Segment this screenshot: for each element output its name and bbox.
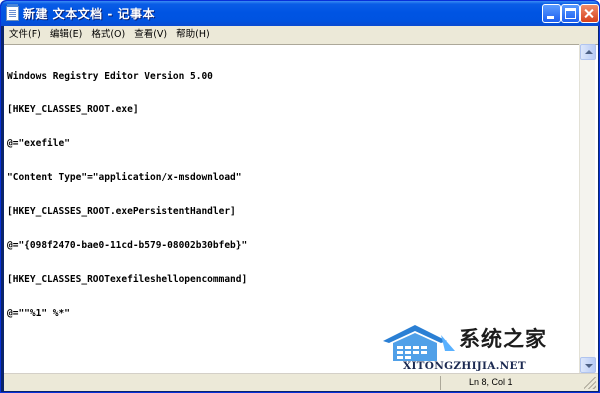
watermark-brand: 系统之家 xyxy=(459,327,547,351)
arrow-down-icon xyxy=(585,364,593,368)
editor-line: @=""%1" %*" xyxy=(7,307,70,319)
scroll-down-button[interactable] xyxy=(580,357,596,373)
maximize-icon xyxy=(565,8,576,19)
menu-file[interactable]: 文件(F) xyxy=(5,27,45,43)
editor-line: Windows Registry Editor Version 5.00 xyxy=(7,70,213,82)
editor-line: @="{098f2470-bae0-11cd-b579-08002b30bfeb… xyxy=(7,240,248,252)
notepad-icon[interactable] xyxy=(6,4,19,21)
cursor-position: Ln 8, Col 1 xyxy=(469,377,513,387)
status-divider xyxy=(440,376,441,390)
maximize-button[interactable] xyxy=(561,4,580,23)
status-bar: Ln 8, Col 1 xyxy=(4,373,598,391)
house-logo-icon xyxy=(383,325,455,361)
arrow-up-icon xyxy=(585,50,593,54)
menu-bar: 文件(F) 编辑(E) 格式(O) 查看(V) 帮助(H) xyxy=(4,26,598,44)
editor-line: @="exefile" xyxy=(7,138,70,150)
notepad-window: 新建 文本文档 - 记事本 文件(F) 编辑(E) 格式(O) 查看(V) 帮助… xyxy=(0,0,600,393)
menu-edit[interactable]: 编辑(E) xyxy=(46,27,86,43)
watermark-url: XITONGZHIJIA.NET xyxy=(403,360,526,372)
menu-view[interactable]: 查看(V) xyxy=(130,27,171,43)
close-button[interactable] xyxy=(580,4,599,23)
editor-line: [HKEY_CLASSES_ROOT.exe] xyxy=(7,104,139,116)
scroll-up-button[interactable] xyxy=(580,44,596,60)
editor-line: [HKEY_CLASSES_ROOT.exePersistentHandler] xyxy=(7,206,236,218)
title-bar[interactable]: 新建 文本文档 - 记事本 xyxy=(1,1,599,26)
close-icon xyxy=(581,5,598,22)
editor-line: [HKEY_CLASSES_ROOTexefileshellopencomman… xyxy=(7,273,248,285)
vertical-scrollbar[interactable] xyxy=(579,44,596,373)
minimize-button[interactable] xyxy=(542,4,561,23)
resize-grip-icon[interactable] xyxy=(584,377,596,389)
minimize-icon xyxy=(547,16,554,19)
menu-help[interactable]: 帮助(H) xyxy=(172,27,214,43)
editor-line: "Content Type"="application/x-msdownload… xyxy=(7,172,242,184)
editor-content[interactable]: Windows Registry Editor Version 5.00 [HK… xyxy=(7,48,577,342)
menu-format[interactable]: 格式(O) xyxy=(87,27,129,43)
window-title: 新建 文本文档 - 记事本 xyxy=(23,7,156,21)
site-watermark: 系统之家 XITONGZHIJIA.NET xyxy=(381,319,581,375)
